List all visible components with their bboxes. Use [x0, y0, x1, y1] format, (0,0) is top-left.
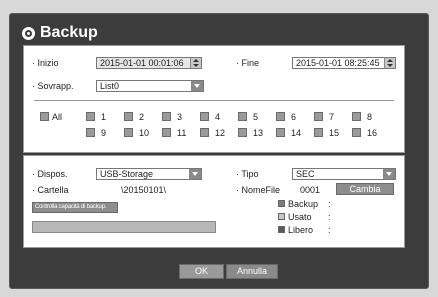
- backup-legend-label: Backup: [288, 199, 319, 209]
- free-legend-colon: :: [328, 225, 331, 235]
- type-label: · Tipo: [236, 169, 259, 179]
- backup-icon: [22, 26, 35, 40]
- free-legend-label: Libero: [288, 225, 314, 235]
- device-select[interactable]: USB-Storage: [96, 168, 202, 180]
- end-datetime-value: 2015-01-01 08:25:45: [296, 58, 380, 68]
- channel-label-6: 6: [291, 112, 297, 122]
- channel-checkbox-11[interactable]: [162, 128, 171, 137]
- channel-label-1: 1: [101, 112, 107, 122]
- search-range-panel: · Inizio 2015-01-01 00:01:06 · Fine 2015…: [23, 45, 405, 153]
- start-datetime-value: 2015-01-01 00:01:06: [100, 58, 184, 68]
- channel-checkbox-7[interactable]: [314, 112, 323, 121]
- start-datetime-field[interactable]: 2015-01-01 00:01:06: [96, 57, 202, 69]
- backup-legend-colon: :: [328, 199, 331, 209]
- channel-checkbox-16[interactable]: [352, 128, 361, 137]
- channel-label-13: 13: [253, 128, 264, 138]
- start-spinner-icon[interactable]: [190, 58, 201, 68]
- type-value: SEC: [296, 169, 315, 179]
- free-legend-swatch: [278, 226, 285, 233]
- used-legend-swatch: [278, 213, 285, 220]
- dialog-title: Backup: [22, 24, 98, 42]
- chevron-down-icon[interactable]: [191, 81, 203, 91]
- filename-label: · NomeFile: [236, 185, 281, 195]
- overlap-label: · Sovrapp.: [32, 81, 74, 91]
- channel-checkbox-1[interactable]: [86, 112, 95, 121]
- channel-label-2: 2: [139, 112, 145, 122]
- channel-checkbox-9[interactable]: [86, 128, 95, 137]
- channel-label-4: 4: [215, 112, 221, 122]
- end-label: · Fine: [236, 58, 260, 68]
- filename-value: 0001: [300, 185, 321, 195]
- channel-checkbox-15[interactable]: [314, 128, 323, 137]
- cancel-button[interactable]: Annulla: [226, 264, 278, 279]
- channel-label-15: 15: [329, 128, 340, 138]
- channel-label-10: 10: [139, 128, 150, 138]
- folder-label: · Cartella: [32, 185, 69, 195]
- end-datetime-field[interactable]: 2015-01-01 08:25:45: [292, 57, 396, 69]
- channel-label-14: 14: [291, 128, 302, 138]
- change-button[interactable]: Cambia: [336, 183, 394, 195]
- channel-label-3: 3: [177, 112, 183, 122]
- check-capacity-button[interactable]: Controlla capacità di backup.: [32, 202, 118, 213]
- type-select[interactable]: SEC: [292, 168, 396, 180]
- overlap-select[interactable]: List0: [96, 80, 204, 92]
- channel-checkbox-12[interactable]: [200, 128, 209, 137]
- channel-all-checkbox[interactable]: [40, 112, 49, 121]
- channel-checkbox-10[interactable]: [124, 128, 133, 137]
- used-legend-colon: :: [328, 212, 331, 222]
- channel-label-7: 7: [329, 112, 335, 122]
- channel-label-16: 16: [367, 128, 378, 138]
- channel-checkbox-5[interactable]: [238, 112, 247, 121]
- end-spinner-icon[interactable]: [384, 58, 395, 68]
- chevron-down-icon[interactable]: [383, 169, 395, 179]
- channel-checkbox-3[interactable]: [162, 112, 171, 121]
- ok-button[interactable]: OK: [179, 264, 224, 279]
- channel-label-5: 5: [253, 112, 259, 122]
- backup-device-panel: · Dispos. USB-Storage · Tipo SEC · Carte…: [23, 155, 405, 248]
- device-value: USB-Storage: [100, 169, 154, 179]
- channel-label-9: 9: [101, 128, 107, 138]
- channel-all-label: All: [52, 112, 63, 122]
- chevron-down-icon[interactable]: [189, 169, 201, 179]
- channel-label-11: 11: [177, 128, 187, 138]
- channel-label-12: 12: [215, 128, 226, 138]
- device-label: · Dispos.: [32, 169, 68, 179]
- folder-value: \20150101\: [121, 185, 167, 195]
- capacity-bar: [32, 221, 216, 233]
- channel-checkbox-2[interactable]: [124, 112, 133, 121]
- channel-checkbox-13[interactable]: [238, 128, 247, 137]
- channel-checkbox-4[interactable]: [200, 112, 209, 121]
- divider: [34, 100, 394, 101]
- channel-checkbox-6[interactable]: [276, 112, 285, 121]
- channel-checkbox-14[interactable]: [276, 128, 285, 137]
- backup-legend-swatch: [278, 200, 285, 207]
- overlap-value: List0: [100, 81, 120, 91]
- channel-label-8: 8: [367, 112, 373, 122]
- dialog-title-text: Backup: [40, 24, 98, 41]
- channel-checkbox-8[interactable]: [352, 112, 361, 121]
- start-label: · Inizio: [32, 58, 59, 68]
- used-legend-label: Usato: [288, 212, 312, 222]
